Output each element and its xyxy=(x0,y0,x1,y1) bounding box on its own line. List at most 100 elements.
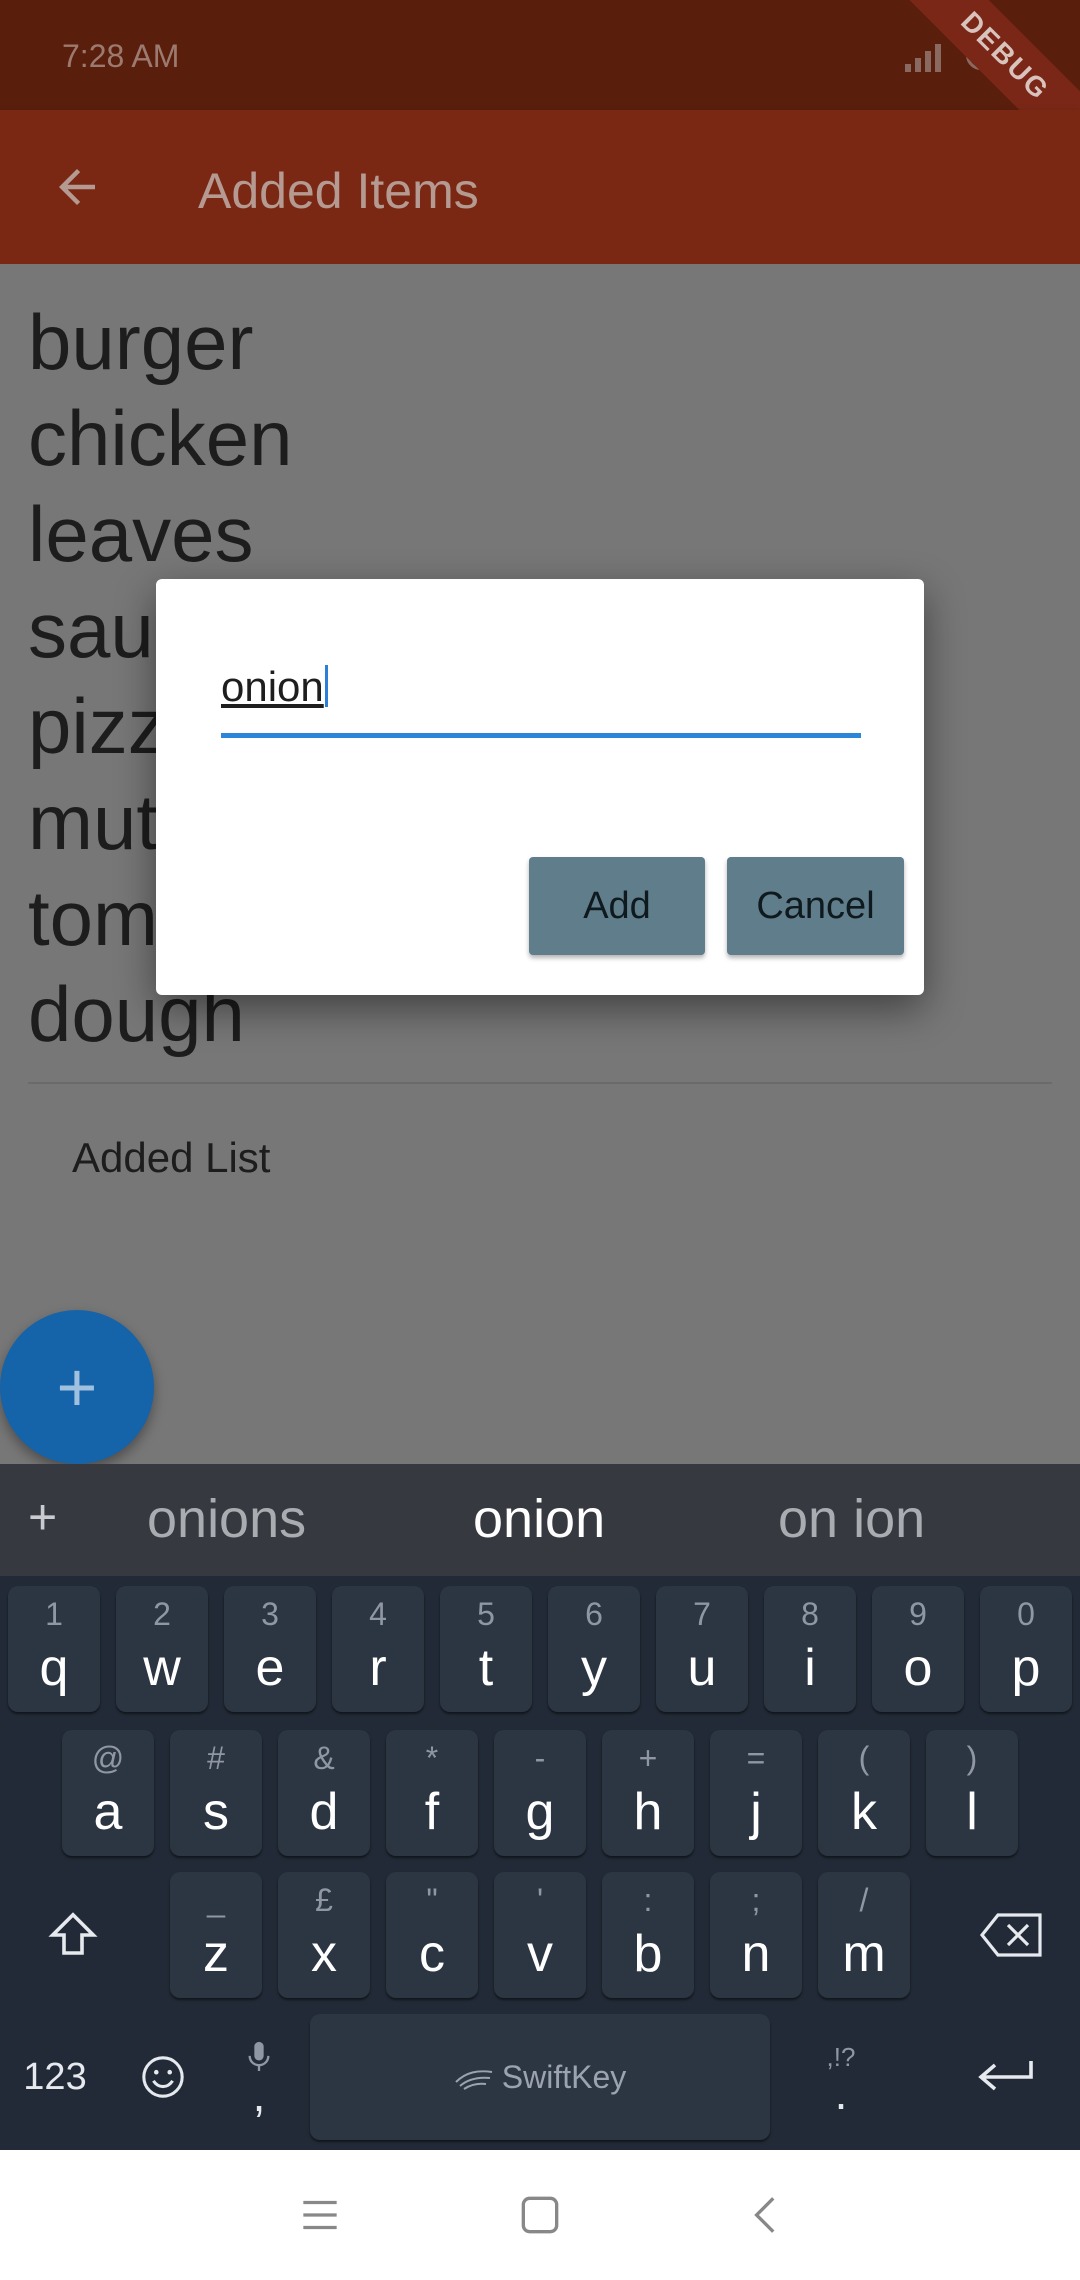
numbers-key[interactable]: 123 xyxy=(10,2014,100,2140)
item-input[interactable]: onion xyxy=(221,663,861,738)
key-sub: / xyxy=(859,1882,869,1918)
key[interactable]: 0p xyxy=(980,1586,1072,1712)
key-label: n xyxy=(741,1925,771,1983)
key-sub: & xyxy=(313,1740,335,1776)
period-label: . xyxy=(834,2066,848,2119)
key-label: y xyxy=(581,1639,607,1697)
key-label: g xyxy=(525,1783,555,1841)
swiftkey-logo-icon xyxy=(455,2070,492,2090)
add-button[interactable]: Add xyxy=(529,857,705,955)
key-label: c xyxy=(419,1925,445,1983)
key[interactable]: + h xyxy=(602,1730,694,1856)
text-caret xyxy=(324,665,328,707)
space-bar-label: SwiftKey xyxy=(501,2058,627,2095)
key[interactable]: ' v xyxy=(494,1872,586,1998)
key-sub: = xyxy=(746,1740,766,1776)
keyboard: + onions onion on ion 1q 2w 3e 4r 5t 6y … xyxy=(0,1464,1080,2150)
input-underline xyxy=(221,733,861,738)
key[interactable]: :b xyxy=(602,1872,694,1998)
key[interactable]: @ a xyxy=(62,1730,154,1856)
key[interactable]: 2w xyxy=(116,1586,208,1712)
list-item: burger xyxy=(28,298,254,386)
key[interactable]: 1q xyxy=(8,1586,100,1712)
key-label: k xyxy=(851,1783,877,1841)
key-sub: * xyxy=(425,1740,439,1776)
key-label: q xyxy=(39,1639,69,1697)
key-label: l xyxy=(966,1783,978,1841)
key-label: b xyxy=(633,1925,663,1983)
key[interactable]: _ z xyxy=(170,1872,262,1998)
emoji-key[interactable] xyxy=(118,2014,208,2140)
key-label: s xyxy=(203,1783,229,1841)
key[interactable]: 4r xyxy=(332,1586,424,1712)
backspace-key[interactable] xyxy=(964,1872,1060,1998)
key[interactable]: 7u xyxy=(656,1586,748,1712)
list-item: leaves xyxy=(28,490,254,578)
app-bar: Added Items xyxy=(0,110,1080,264)
home-icon[interactable] xyxy=(515,2190,565,2240)
key[interactable]: 8i xyxy=(764,1586,856,1712)
smiley-icon xyxy=(142,2056,184,2098)
key[interactable]: = j xyxy=(710,1730,802,1856)
arrow-back-icon[interactable] xyxy=(50,160,104,214)
space-bar[interactable]: SwiftKey xyxy=(310,2014,770,2140)
list-item: chicken xyxy=(28,394,293,482)
shift-key[interactable] xyxy=(30,1872,116,1998)
key-sub: @ xyxy=(91,1740,125,1776)
key-label: i xyxy=(804,1639,816,1697)
key[interactable]: ) l xyxy=(926,1730,1018,1856)
key[interactable]: 9o xyxy=(872,1586,964,1712)
key-sub: : xyxy=(643,1882,653,1918)
back-icon[interactable] xyxy=(742,2190,792,2240)
key-label: p xyxy=(1011,1639,1041,1697)
key-sub: ; xyxy=(751,1882,761,1918)
key-label: u xyxy=(687,1639,717,1697)
key-sub: 1 xyxy=(45,1596,63,1632)
key[interactable]: # s xyxy=(170,1730,262,1856)
add-fab-button[interactable]: + xyxy=(0,1310,154,1464)
suggestion-item[interactable]: onion xyxy=(473,1488,605,1550)
key-label: f xyxy=(424,1783,440,1841)
key-label: m xyxy=(842,1925,886,1983)
key-sub: - xyxy=(534,1740,546,1776)
key-sub: 0 xyxy=(1017,1596,1035,1632)
key-sub: 5 xyxy=(477,1596,495,1632)
key[interactable]: (k xyxy=(818,1730,910,1856)
key[interactable]: ; n xyxy=(710,1872,802,1998)
enter-key[interactable] xyxy=(950,2014,1060,2140)
key[interactable]: 6y xyxy=(548,1586,640,1712)
key-sub: 8 xyxy=(801,1596,819,1632)
key-label: w xyxy=(143,1639,181,1697)
key-sub: # xyxy=(207,1740,225,1776)
suggestion-item[interactable]: on ion xyxy=(778,1488,925,1550)
suggestion-bar: + onions onion on ion xyxy=(0,1464,1080,1576)
comma-label: , xyxy=(252,2069,266,2121)
page-title: Added Items xyxy=(198,163,479,219)
key[interactable]: & d xyxy=(278,1730,370,1856)
period-key[interactable]: ,!? . xyxy=(796,2014,886,2140)
key-sub: ( xyxy=(858,1740,870,1776)
key[interactable]: * f xyxy=(386,1730,478,1856)
cancel-button[interactable]: Cancel xyxy=(727,857,904,955)
key[interactable]: 3e xyxy=(224,1586,316,1712)
key-label: o xyxy=(903,1639,933,1697)
comma-key[interactable]: , xyxy=(214,2014,304,2140)
shift-icon xyxy=(48,1912,98,1955)
status-bar: 7:28 AM xyxy=(0,0,1080,110)
plus-icon: + xyxy=(56,1348,98,1426)
key[interactable]: / m xyxy=(818,1872,910,1998)
key[interactable]: 5t xyxy=(440,1586,532,1712)
suggestion-item[interactable]: onions xyxy=(147,1488,306,1550)
key[interactable]: " c xyxy=(386,1872,478,1998)
menu-icon[interactable] xyxy=(295,2190,345,2240)
key-label: d xyxy=(309,1783,339,1841)
key[interactable]: £ x xyxy=(278,1872,370,1998)
plus-icon[interactable]: + xyxy=(28,1488,57,1546)
navigation-bar xyxy=(0,2150,1080,2280)
item-input-value: onion xyxy=(221,663,324,710)
status-time: 7:28 AM xyxy=(62,38,180,74)
key-label: z xyxy=(203,1925,229,1983)
key[interactable]: -g xyxy=(494,1730,586,1856)
key-sub: _ xyxy=(207,1882,225,1918)
key-sub: " xyxy=(426,1882,438,1918)
